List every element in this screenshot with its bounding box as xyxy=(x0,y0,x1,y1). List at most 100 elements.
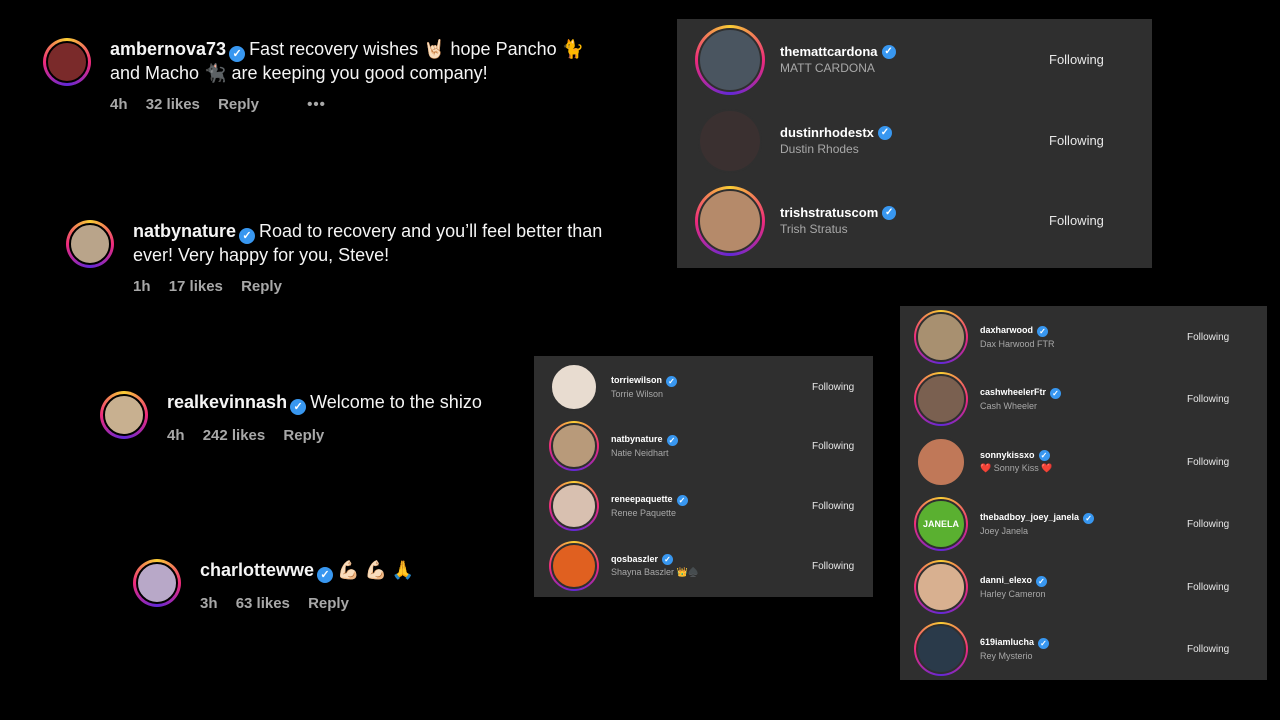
verified-badge-icon: ✓ xyxy=(290,399,307,415)
following-button[interactable]: Following xyxy=(812,561,854,572)
comment-likes[interactable]: 242 likes xyxy=(203,427,266,444)
comment-meta: 3h 63 likes Reply xyxy=(200,595,520,612)
avatar[interactable] xyxy=(133,559,181,607)
verified-badge-icon: ✓ xyxy=(881,45,896,60)
reply-button[interactable]: Reply xyxy=(241,278,282,295)
row-fullname: Trish Stratus xyxy=(780,222,848,237)
following-panel-a: themattcardona ✓ MATT CARDONA Following d… xyxy=(677,19,1152,268)
comment-likes[interactable]: 32 likes xyxy=(146,96,200,113)
following-button[interactable]: Following xyxy=(1187,332,1229,343)
following-button[interactable]: Following xyxy=(1187,644,1229,655)
following-button[interactable]: Following xyxy=(1049,52,1104,67)
avatar[interactable] xyxy=(914,435,968,489)
comment-text-block: ambernova73 ✓ Fast recovery wishes 🤘🏻 hope… xyxy=(110,38,610,84)
following-button[interactable]: Following xyxy=(812,501,854,512)
avatar[interactable] xyxy=(914,310,968,364)
avatar[interactable] xyxy=(549,362,599,412)
row-fullname: Natie Neidhart xyxy=(611,447,669,458)
avatar[interactable] xyxy=(914,560,968,614)
comment-time: 4h xyxy=(167,427,185,444)
comment-meta: 1h 17 likes Reply xyxy=(133,278,613,295)
avatar-photo xyxy=(916,312,966,362)
following-row: natbynature ✓ Natie Neidhart Following xyxy=(534,420,873,472)
comment-username[interactable]: natbynature xyxy=(133,221,236,241)
verified-badge-icon: ✓ xyxy=(1038,450,1050,462)
row-fullname: Joey Janela xyxy=(980,525,1029,536)
row-fullname: Dax Harwood FTR xyxy=(980,338,1055,349)
row-fullname: MATT CARDONA xyxy=(780,61,875,76)
row-username[interactable]: danni_elexo xyxy=(980,575,1032,585)
verified-badge-icon: ✓ xyxy=(882,206,897,221)
row-username[interactable]: trishstratuscom xyxy=(780,205,878,220)
following-row: 619iamlucha ✓ Rey Mysterio Following xyxy=(900,621,1267,677)
row-username[interactable]: themattcardona xyxy=(780,44,878,59)
comment-text-block: charlottewwe ✓ 💪🏻 💪🏻 🙏 xyxy=(200,559,520,583)
row-username[interactable]: thebadboy_joey_janela xyxy=(980,512,1079,522)
reply-button[interactable]: Reply xyxy=(283,427,324,444)
row-username[interactable]: sonnykissxo xyxy=(980,450,1035,460)
janela-logo-text: JANELA xyxy=(922,519,959,529)
following-row: reneepaquette ✓ Renee Paquette Following xyxy=(534,480,873,532)
following-button[interactable]: Following xyxy=(812,382,854,393)
following-button[interactable]: Following xyxy=(1187,519,1229,530)
avatar-photo xyxy=(551,483,597,529)
avatar[interactable] xyxy=(66,220,114,268)
following-row: daxharwood ✓ Dax Harwood FTR Following xyxy=(900,309,1267,365)
comment-username[interactable]: realkevinnash xyxy=(167,392,287,412)
comment-text: Welcome to the shizo xyxy=(310,392,482,412)
verified-badge-icon: ✓ xyxy=(239,228,256,244)
row-username[interactable]: cashwheelerFtr xyxy=(980,387,1046,397)
comment-likes[interactable]: 17 likes xyxy=(169,278,223,295)
avatar[interactable] xyxy=(549,481,599,531)
comment-meta: 4h 32 likes Reply ••• xyxy=(110,96,610,113)
avatar[interactable] xyxy=(695,185,765,256)
avatar[interactable] xyxy=(549,541,599,591)
comment-username[interactable]: charlottewwe xyxy=(200,560,314,580)
avatar-photo xyxy=(46,41,88,83)
avatar-photo xyxy=(916,562,966,612)
row-username[interactable]: reneepaquette xyxy=(611,494,673,504)
comment-time: 1h xyxy=(133,278,151,295)
row-fullname: Renee Paquette xyxy=(611,507,677,518)
avatar[interactable] xyxy=(695,24,765,95)
avatar[interactable] xyxy=(100,391,148,439)
following-panel-b: torriewilson ✓ Torrie Wilson Following na… xyxy=(534,356,873,597)
comment-time: 4h xyxy=(110,96,128,113)
avatar[interactable] xyxy=(43,38,91,86)
more-options-icon[interactable]: ••• xyxy=(307,96,326,113)
row-username[interactable]: natbynature xyxy=(611,434,663,444)
avatar-photo xyxy=(916,624,966,674)
comment-username[interactable]: ambernova73 xyxy=(110,39,226,59)
following-button[interactable]: Following xyxy=(1187,394,1229,405)
verified-badge-icon: ✓ xyxy=(666,375,678,387)
verified-badge-icon: ✓ xyxy=(229,46,246,62)
reply-button[interactable]: Reply xyxy=(308,595,349,612)
following-button[interactable]: Following xyxy=(1187,457,1229,468)
comment-likes[interactable]: 63 likes xyxy=(236,595,290,612)
row-username[interactable]: dustinrhodestx xyxy=(780,125,874,140)
following-button[interactable]: Following xyxy=(1187,582,1229,593)
avatar-photo xyxy=(916,437,966,487)
avatar-photo xyxy=(698,188,762,253)
avatar-photo xyxy=(698,108,762,173)
following-row: qosbaszler ✓ Shayna Baszler 👑♠️ Following xyxy=(534,540,873,592)
following-row: trishstratuscom ✓ Trish Stratus Following xyxy=(677,183,1152,258)
following-button[interactable]: Following xyxy=(1049,213,1104,228)
row-username[interactable]: 619iamlucha xyxy=(980,637,1034,647)
avatar[interactable] xyxy=(914,372,968,426)
following-button[interactable]: Following xyxy=(1049,133,1104,148)
avatar-photo xyxy=(551,543,597,589)
following-button[interactable]: Following xyxy=(812,441,854,452)
avatar[interactable] xyxy=(695,106,765,176)
reply-button[interactable]: Reply xyxy=(218,96,259,113)
row-username[interactable]: qosbaszler xyxy=(611,554,658,564)
row-username[interactable]: torriewilson xyxy=(611,375,662,385)
row-fullname: Rey Mysterio xyxy=(980,650,1033,661)
row-fullname: Cash Wheeler xyxy=(980,400,1038,411)
avatar[interactable] xyxy=(549,421,599,471)
avatar[interactable] xyxy=(914,622,968,676)
comment-text: 💪🏻 💪🏻 🙏 xyxy=(337,560,415,580)
row-username[interactable]: daxharwood xyxy=(980,325,1033,335)
avatar[interactable]: JANELA xyxy=(914,497,968,551)
verified-badge-icon: ✓ xyxy=(317,567,334,583)
